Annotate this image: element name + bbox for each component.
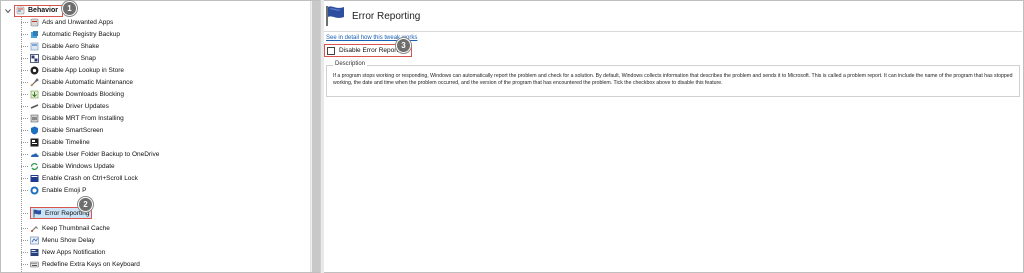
timeline-icon (30, 138, 39, 146)
step-badge-1: 1 (62, 1, 77, 16)
flag-icon (33, 209, 41, 217)
notification-icon (30, 248, 39, 256)
step-badge-2: 2 (78, 197, 93, 212)
downloads-icon (30, 90, 39, 98)
crash-icon (30, 174, 39, 182)
root-highlight: Behavior (14, 4, 63, 17)
behavior-icon (16, 6, 25, 15)
tree-item[interactable]: Enable Crash on Ctrl+Scroll Lock (21, 172, 138, 184)
tree-item[interactable]: Disable Driver Updates (21, 100, 109, 112)
tree-root-label: Behavior (28, 7, 58, 14)
tweak-header: Error Reporting (324, 5, 420, 27)
tweaks-tree: Behavior Ads and Unwanted Apps Automatic… (1, 1, 310, 272)
tree-item[interactable]: Keep Thumbnail Cache (21, 222, 110, 234)
driver-icon (30, 103, 39, 109)
step-badge-3: 3 (396, 38, 411, 53)
tree-item[interactable]: Disable App Lookup in Store (21, 64, 124, 76)
tree-item[interactable]: Disable SmartScreen (21, 124, 103, 136)
tree-item[interactable]: Disable Windows Update (21, 160, 115, 172)
tree-item[interactable]: Disable Aero Shake (21, 40, 99, 52)
aero-snap-icon (30, 53, 39, 63)
description-legend: Description (333, 61, 368, 67)
page-title: Error Reporting (352, 10, 421, 22)
mrt-icon (30, 114, 39, 122)
tree-item[interactable]: Disable Aero Snap (21, 52, 96, 64)
tree-item[interactable]: Disable User Folder Backup to OneDrive (21, 148, 159, 160)
registry-icon (31, 30, 38, 38)
tree-item[interactable]: Disable Downloads Blocking (21, 88, 124, 100)
onedrive-icon (31, 152, 39, 157)
tree-item[interactable]: New Apps Notification (21, 246, 105, 258)
keyboard-icon (30, 261, 39, 267)
tree-item[interactable]: Enable Emoji P (21, 184, 86, 196)
tree-item[interactable]: Disable Automatic Maintenance (21, 76, 133, 88)
tree-item[interactable]: Redefine Extra Keys on Keyboard (21, 258, 140, 270)
tree-item[interactable]: Menu Show Delay (21, 234, 95, 246)
smartscreen-icon (31, 126, 38, 134)
store-icon (30, 66, 39, 74)
disable-error-reporting-checkbox[interactable] (327, 46, 335, 55)
maintenance-icon (30, 77, 39, 86)
header-divider (324, 31, 1022, 32)
scrollbar-thumb[interactable] (312, 1, 320, 272)
emoji-icon (30, 186, 39, 194)
tree-item[interactable]: Disable MRT From Installing (21, 112, 124, 124)
aero-shake-icon (30, 42, 39, 50)
chevron-down-icon[interactable] (5, 8, 11, 14)
windows-update-icon (30, 162, 39, 170)
flag-icon (326, 6, 344, 26)
tree-item[interactable]: Ads and Unwanted Apps (21, 16, 113, 28)
tree-item[interactable]: Automatic Registry Backup (21, 28, 120, 40)
thumbnail-icon (31, 225, 38, 232)
ads-icon (30, 18, 39, 26)
tree-item[interactable]: Disable Timeline (21, 136, 90, 148)
description-group: Description If a program stops working o… (326, 61, 1020, 97)
tweak-detail-pane: Error Reporting See in detail how this t… (324, 1, 1022, 272)
description-text: If a program stops working or responding… (333, 73, 1013, 86)
menu-delay-icon (30, 236, 39, 244)
tree-root-behavior[interactable]: Behavior (5, 4, 63, 17)
